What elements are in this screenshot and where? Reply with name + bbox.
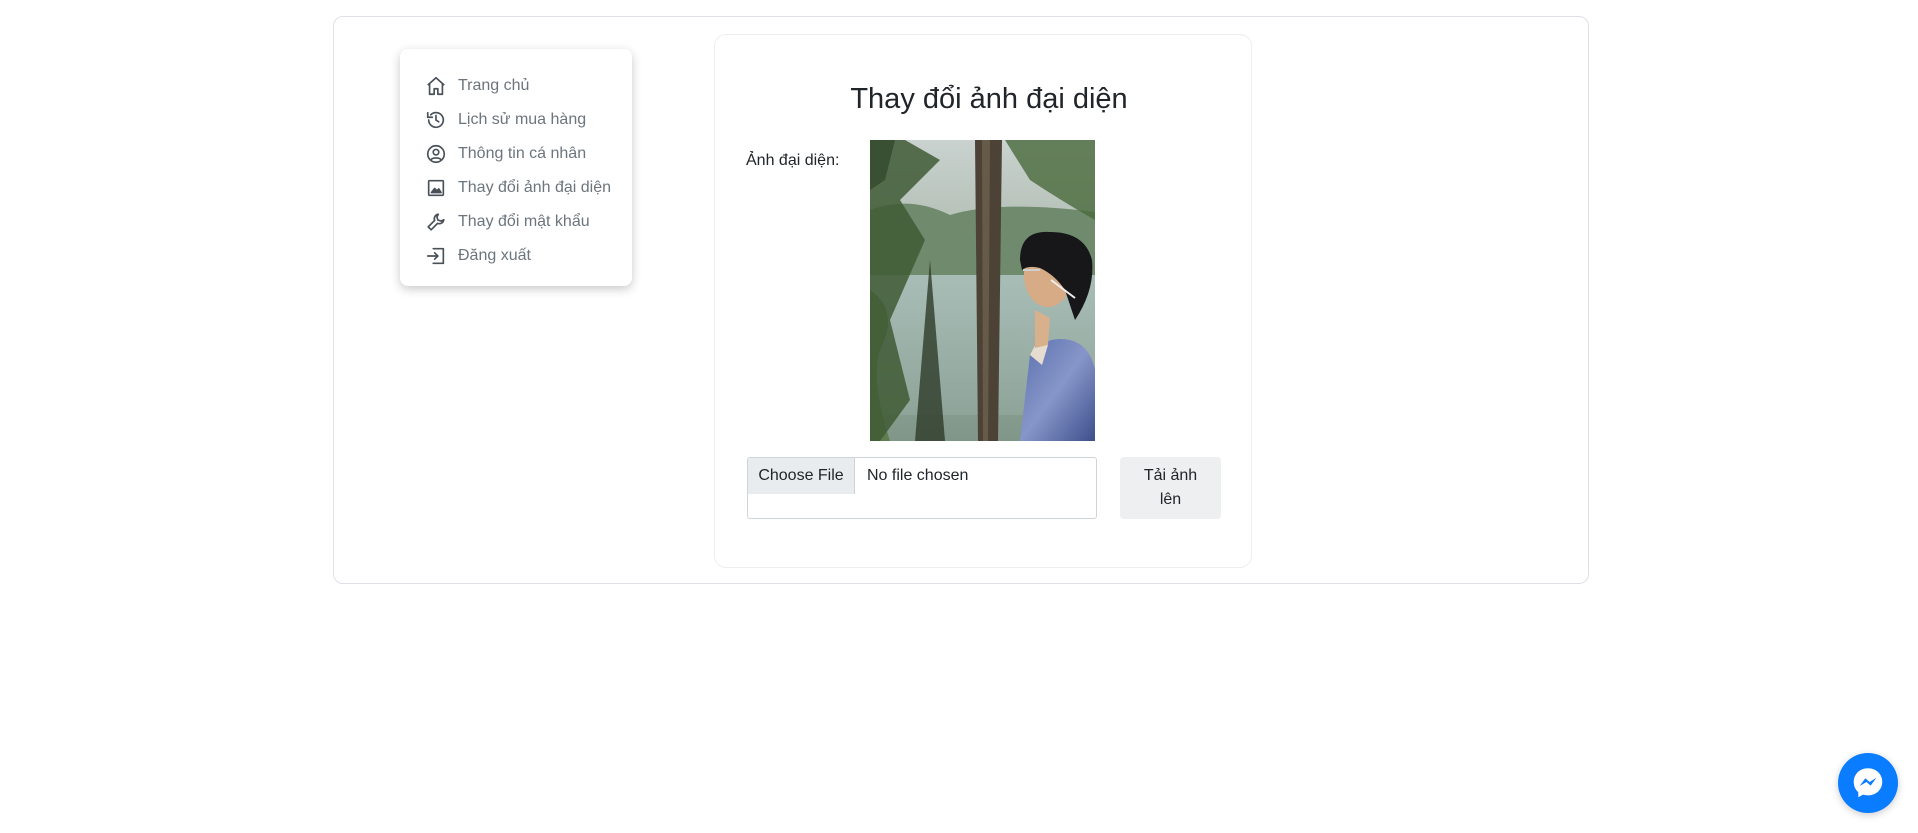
image-icon — [424, 176, 448, 200]
page-title: Thay đổi ảnh đại diện — [850, 83, 1128, 115]
home-icon — [424, 74, 448, 98]
file-status-text: No file chosen — [867, 467, 969, 484]
sidebar-item-logout[interactable]: Đăng xuất — [400, 239, 632, 273]
wrench-icon — [424, 210, 448, 234]
avatar-image — [870, 140, 1095, 441]
messenger-icon — [1849, 764, 1887, 802]
sidebar-item-label: Thay đổi mật khẩu — [458, 213, 590, 230]
logout-icon — [424, 244, 448, 268]
sidebar-item-home[interactable]: Trang chủ — [400, 69, 632, 103]
history-icon — [424, 108, 448, 132]
sidebar-item-label: Trang chủ — [458, 77, 530, 94]
sidebar-item-label: Thay đổi ảnh đại diện — [458, 179, 611, 196]
account-menu: Trang chủ Lịch sử mua hàng Thông tin cá … — [400, 49, 632, 286]
sidebar-item-label: Thông tin cá nhân — [458, 145, 587, 162]
change-avatar-card: Thay đổi ảnh đại diện Ảnh đại diện: Choo… — [714, 34, 1252, 568]
avatar-file-input[interactable]: Choose File No file chosen — [747, 457, 1097, 519]
messenger-chat-button[interactable] — [1838, 753, 1898, 813]
sidebar-item-history[interactable]: Lịch sử mua hàng — [400, 103, 632, 137]
sidebar-item-label: Đăng xuất — [458, 247, 531, 264]
user-circle-icon — [424, 142, 448, 166]
sidebar-item-change-password[interactable]: Thay đổi mật khẩu — [400, 205, 632, 239]
sidebar-item-change-avatar[interactable]: Thay đổi ảnh đại diện — [400, 171, 632, 205]
upload-avatar-button[interactable]: Tải ảnh lên — [1120, 457, 1221, 519]
avatar-label: Ảnh đại diện: — [746, 152, 840, 169]
sidebar-item-profile[interactable]: Thông tin cá nhân — [400, 137, 632, 171]
choose-file-button[interactable]: Choose File — [748, 458, 855, 494]
sidebar-item-label: Lịch sử mua hàng — [458, 111, 587, 128]
